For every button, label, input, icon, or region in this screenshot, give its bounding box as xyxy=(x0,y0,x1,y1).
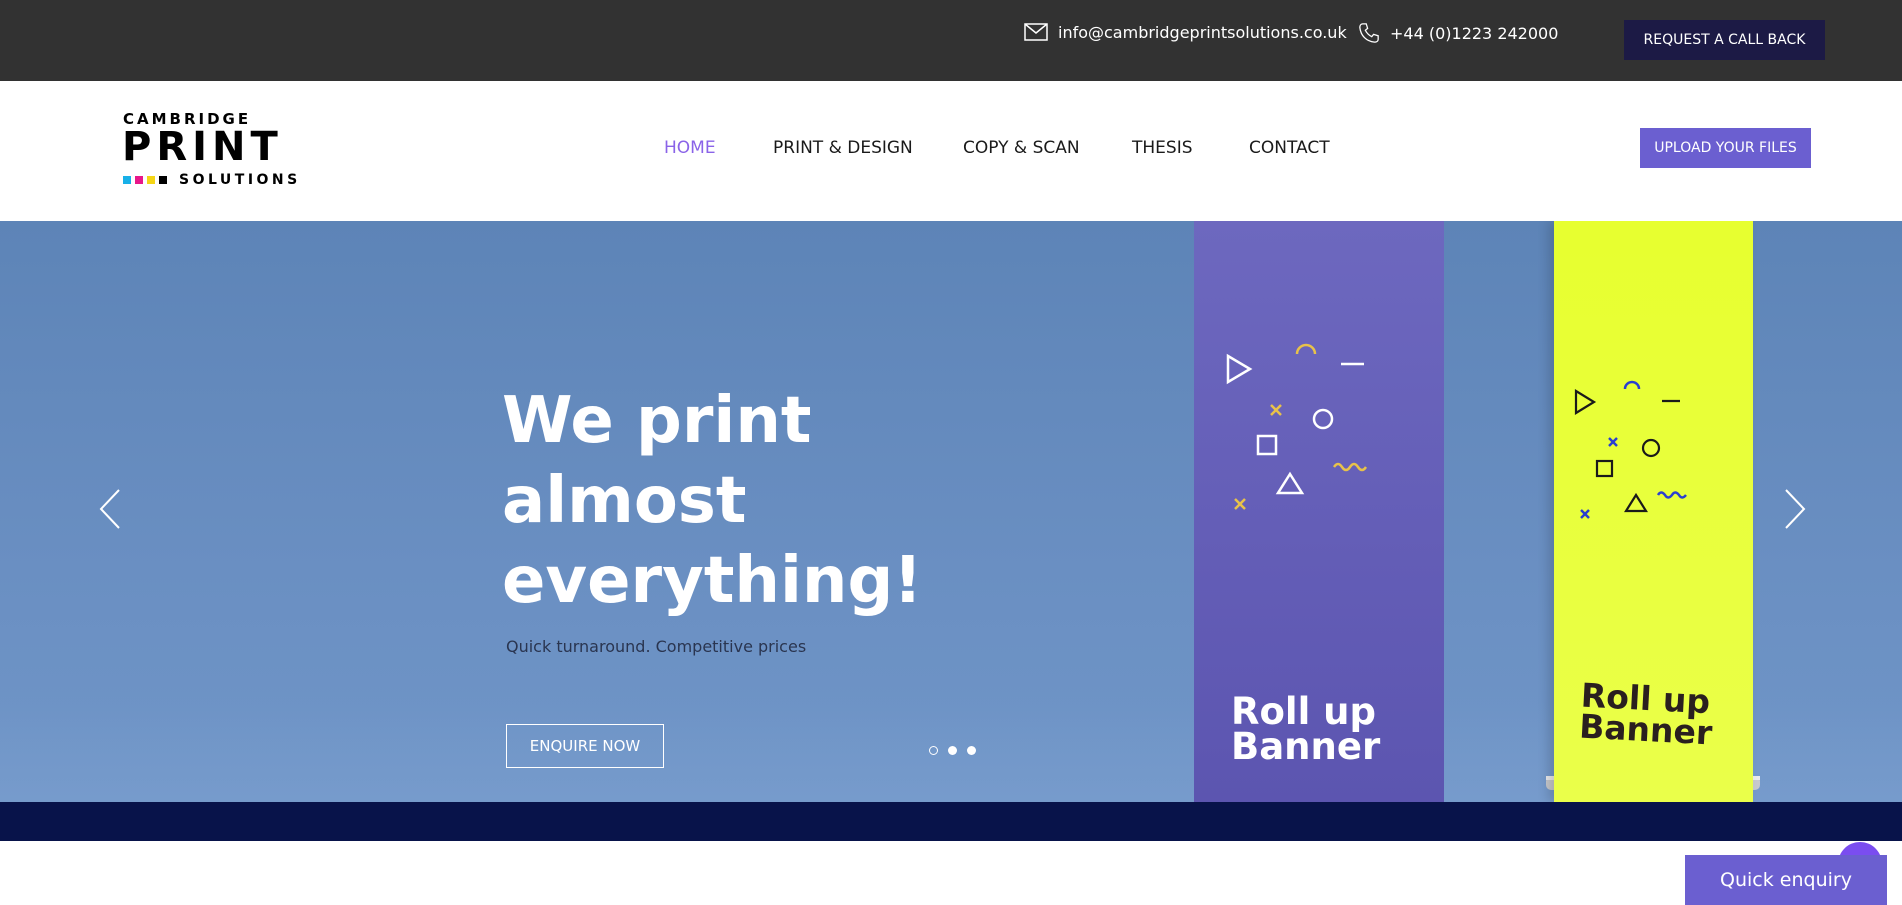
banner-purple-text: Roll up Banner xyxy=(1231,690,1381,769)
logo-swatch-magenta xyxy=(135,176,143,184)
banner-yellow-text: Roll up Banner xyxy=(1578,676,1714,753)
email-text[interactable]: info@cambridgeprintsolutions.co.uk xyxy=(1058,23,1347,42)
chevron-right-icon[interactable] xyxy=(1780,486,1810,532)
phone-icon xyxy=(1359,23,1379,43)
logo-main-text: PRINT xyxy=(122,124,283,170)
slider-dot-2[interactable] xyxy=(948,746,957,755)
hero-title-line-3: everything! xyxy=(502,544,923,618)
hero-title: We print almost everything! xyxy=(502,381,922,621)
banner-yellow-panel: Roll up Banner xyxy=(1554,221,1753,802)
logo-swatch-cyan xyxy=(123,176,131,184)
enquire-now-button[interactable]: ENQUIRE NOW xyxy=(506,724,664,768)
contact-phone[interactable]: +44 (0)1223 242000 xyxy=(1358,22,1558,44)
logo-bottom-text: SOLUTIONS xyxy=(179,172,301,188)
roll-up-banner-yellow: Roll up Banner xyxy=(1540,221,1760,802)
mail-icon xyxy=(1024,23,1048,41)
chevron-left-icon[interactable] xyxy=(95,486,125,532)
upload-files-button[interactable]: UPLOAD YOUR FILES xyxy=(1640,128,1811,168)
hero-title-line-1: We print xyxy=(502,384,812,458)
nav-home[interactable]: HOME xyxy=(664,138,716,158)
nav-contact[interactable]: CONTACT xyxy=(1249,138,1330,158)
slider-dots xyxy=(929,746,976,755)
nav-print-design[interactable]: PRINT & DESIGN xyxy=(773,138,913,158)
hero-subtitle: Quick turnaround. Competitive prices xyxy=(506,637,807,656)
banner-yellow-line-2: Banner xyxy=(1578,706,1714,753)
hero-slider: We print almost everything! Quick turnar… xyxy=(0,221,1902,802)
banner-shapes-graphic xyxy=(1226,343,1368,510)
slider-dot-3[interactable] xyxy=(967,746,976,755)
logo-swatch-black xyxy=(159,176,167,184)
request-callback-button[interactable]: REQUEST A CALL BACK xyxy=(1624,20,1825,60)
logo-swatch-yellow xyxy=(147,176,155,184)
banner-purple-line-1: Roll up xyxy=(1231,690,1376,733)
nav-thesis[interactable]: THESIS xyxy=(1132,138,1193,158)
slider-dot-1[interactable] xyxy=(929,746,938,755)
quick-enquiry-button[interactable]: Quick enquiry xyxy=(1685,855,1887,905)
dark-strip xyxy=(0,802,1902,841)
phone-text[interactable]: +44 (0)1223 242000 xyxy=(1390,24,1558,43)
nav-copy-scan[interactable]: COPY & SCAN xyxy=(963,138,1080,158)
hero-title-line-2: almost xyxy=(502,464,747,538)
logo[interactable]: CAMBRIDGE PRINT SOLUTIONS xyxy=(122,110,297,190)
roll-up-banner-purple: Roll up Banner xyxy=(1194,221,1444,802)
banner-yellow-shapes-graphic xyxy=(1574,380,1687,519)
contact-email[interactable]: info@cambridgeprintsolutions.co.uk xyxy=(1024,22,1347,42)
top-bar: info@cambridgeprintsolutions.co.uk +44 (… xyxy=(0,0,1902,81)
banner-purple-line-2: Banner xyxy=(1231,725,1381,769)
